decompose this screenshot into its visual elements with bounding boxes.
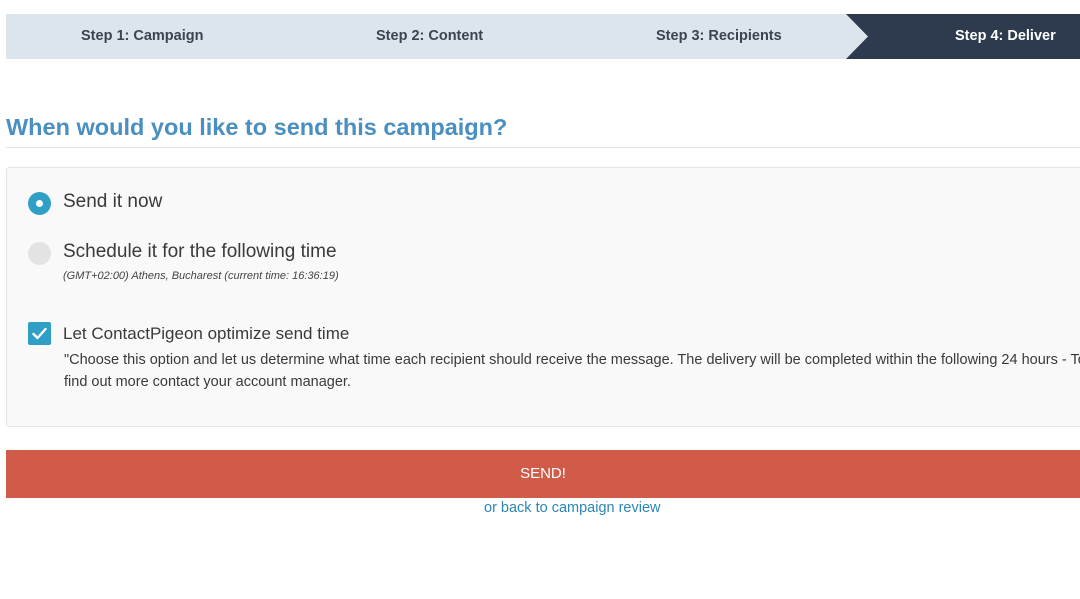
wizard-steps: Step 1: Campaign Step 2: Content Step 3:… (6, 14, 1080, 59)
timezone-note: (GMT+02:00) Athens, Bucharest (current t… (63, 270, 339, 282)
step-deliver-active[interactable]: Step 4: Deliver (846, 14, 1080, 59)
send-options-panel: Send it now Schedule it for the followin… (6, 167, 1080, 427)
back-to-review-link[interactable]: or back to campaign review (484, 500, 661, 516)
step-campaign[interactable]: Step 1: Campaign (81, 14, 203, 59)
send-button[interactable]: SEND! (6, 450, 1080, 498)
optimize-label[interactable]: Let ContactPigeon optimize send time (63, 324, 349, 344)
optimize-description: "Choose this option and let us determine… (64, 352, 1080, 390)
checkmark-icon (32, 327, 47, 340)
page-title: When would you like to send this campaig… (6, 114, 508, 140)
step-deliver-label: Step 4: Deliver (955, 28, 1056, 44)
step-recipients[interactable]: Step 3: Recipients (656, 14, 782, 59)
title-divider (6, 147, 1080, 148)
step-content[interactable]: Step 2: Content (376, 14, 483, 59)
optimize-checkbox[interactable] (28, 322, 51, 345)
send-now-radio[interactable] (28, 192, 51, 215)
schedule-label[interactable]: Schedule it for the following time (63, 241, 337, 263)
schedule-radio[interactable] (28, 242, 51, 265)
send-now-label[interactable]: Send it now (63, 191, 162, 213)
